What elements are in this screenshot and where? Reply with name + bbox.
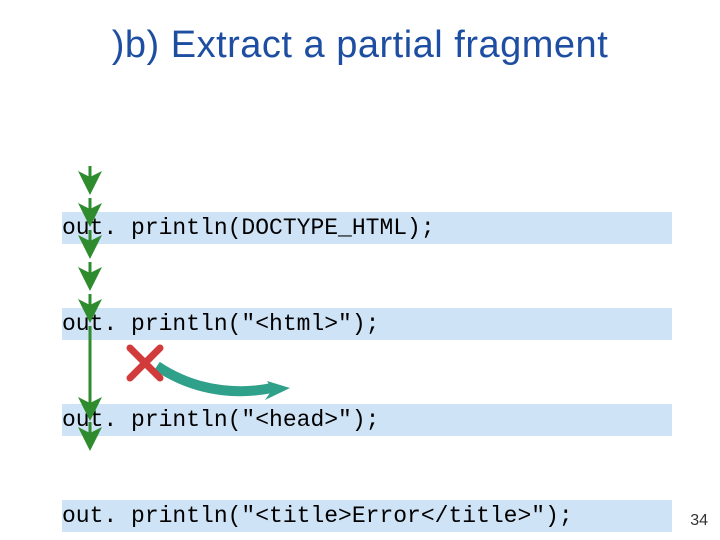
code-line: out. println("<title>Error</title>"); [62, 500, 672, 532]
code-line: out. println("<head>"); [62, 404, 672, 436]
page-number: 34 [690, 512, 708, 530]
code-line: out. println("<html>"); [62, 308, 672, 340]
code-line: out. println(DOCTYPE_HTML); [62, 212, 672, 244]
slide: )b) Extract a partial fragment out. prin… [0, 0, 720, 540]
slide-title: )b) Extract a partial fragment [0, 24, 720, 67]
code-block: out. println(DOCTYPE_HTML); out. println… [62, 148, 672, 540]
